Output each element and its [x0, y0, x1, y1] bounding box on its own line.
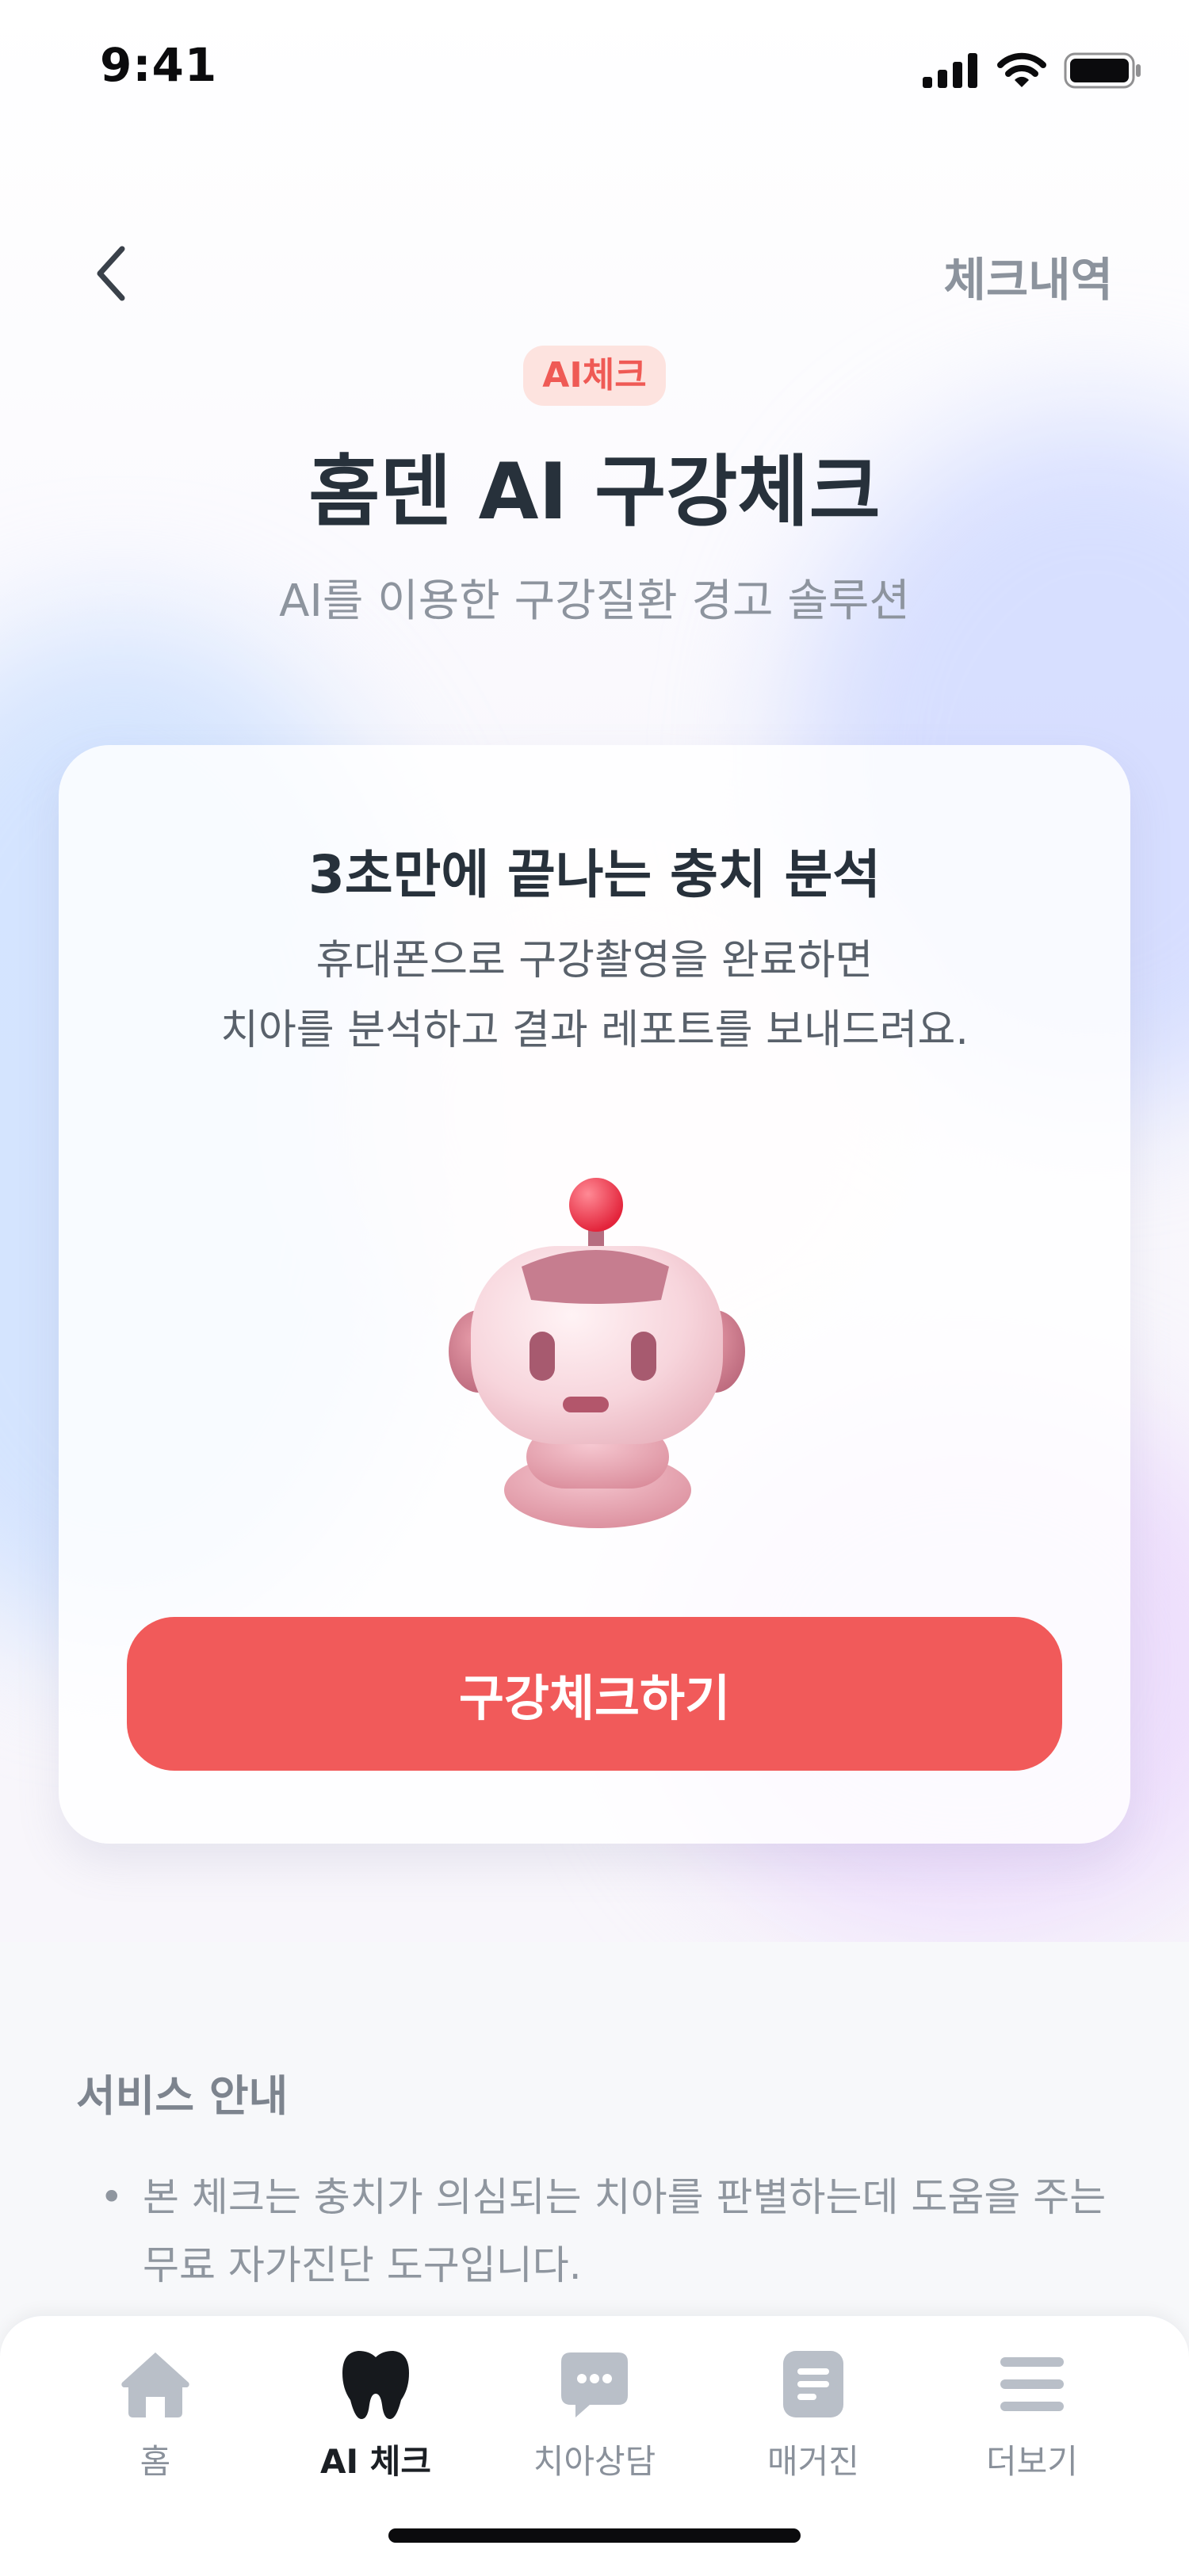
start-oral-check-button[interactable]: 구강체크하기	[127, 1617, 1062, 1771]
ai-check-badge: AI체크	[523, 346, 666, 406]
card-description: 휴대폰으로 구강촬영을 완료하면 치아를 분석하고 결과 레포트를 보내드려요.	[59, 926, 1130, 1065]
document-icon	[783, 2351, 843, 2417]
check-history-link[interactable]: 체크내역	[944, 243, 1113, 309]
tab-dental-consult-label: 치아상담	[533, 2442, 656, 2481]
card-desc-line2: 치아를 분석하고 결과 레포트를 보내드려요.	[220, 1007, 969, 1054]
robot-icon	[449, 1178, 745, 1528]
home-icon	[121, 2352, 189, 2417]
tab-ai-check-label: AI 체크	[319, 2442, 432, 2481]
analysis-card: 3초만에 끝나는 충치 분석 휴대폰으로 구강촬영을 완료하면 치아를 분석하고…	[59, 745, 1130, 1844]
wifi-icon	[997, 52, 1046, 87]
home-indicator	[388, 2528, 801, 2543]
tab-more[interactable]: 더보기	[945, 2345, 1119, 2487]
tab-home[interactable]: 홈	[68, 2345, 243, 2487]
robot-illustration	[423, 1173, 772, 1538]
page-title: 홈덴 AI 구강체크	[308, 447, 881, 537]
tab-ai-check[interactable]: AI 체크	[289, 2345, 463, 2487]
card-desc-line1: 휴대폰으로 구강촬영을 완료하면	[315, 937, 874, 984]
chat-bubble-icon	[561, 2352, 628, 2417]
menu-icon	[1000, 2357, 1064, 2411]
hero-section: AI체크 홈덴 AI 구강체크 AI를 이용한 구강질환 경고 솔루션	[0, 346, 1189, 629]
battery-icon	[1064, 52, 1141, 89]
status-bar: 9:41	[0, 0, 1189, 135]
tab-dental-consult[interactable]: 치아상담	[507, 2345, 682, 2487]
tab-magazine-label: 매거진	[767, 2442, 859, 2481]
back-button[interactable]	[79, 238, 143, 309]
bullet-icon: •	[100, 2174, 124, 2220]
card-title: 3초만에 끝나는 충치 분석	[308, 844, 881, 905]
tab-home-label: 홈	[140, 2442, 171, 2481]
service-info-title: 서비스 안내	[76, 2071, 289, 2121]
tab-magazine[interactable]: 매거진	[726, 2345, 900, 2487]
tooth-icon	[342, 2351, 409, 2419]
service-info-item: • 본 체크는 충치가 의심되는 치아를 판별하는데 도움을 주는 무료 자가진…	[76, 2163, 1122, 2299]
service-info-item-text: 본 체크는 충치가 의심되는 치아를 판별하는데 도움을 주는 무료 자가진단 …	[143, 2174, 1107, 2288]
status-icons	[923, 52, 1141, 89]
page-subtitle: AI를 이용한 구강질환 경고 솔루션	[279, 575, 910, 627]
signal-icon	[923, 53, 977, 88]
service-info-section: 서비스 안내 • 본 체크는 충치가 의심되는 치아를 판별하는데 도움을 주는…	[76, 2061, 1122, 2299]
tab-more-label: 더보기	[986, 2442, 1078, 2481]
status-time: 9:41	[100, 38, 218, 92]
chevron-left-icon	[97, 246, 125, 301]
